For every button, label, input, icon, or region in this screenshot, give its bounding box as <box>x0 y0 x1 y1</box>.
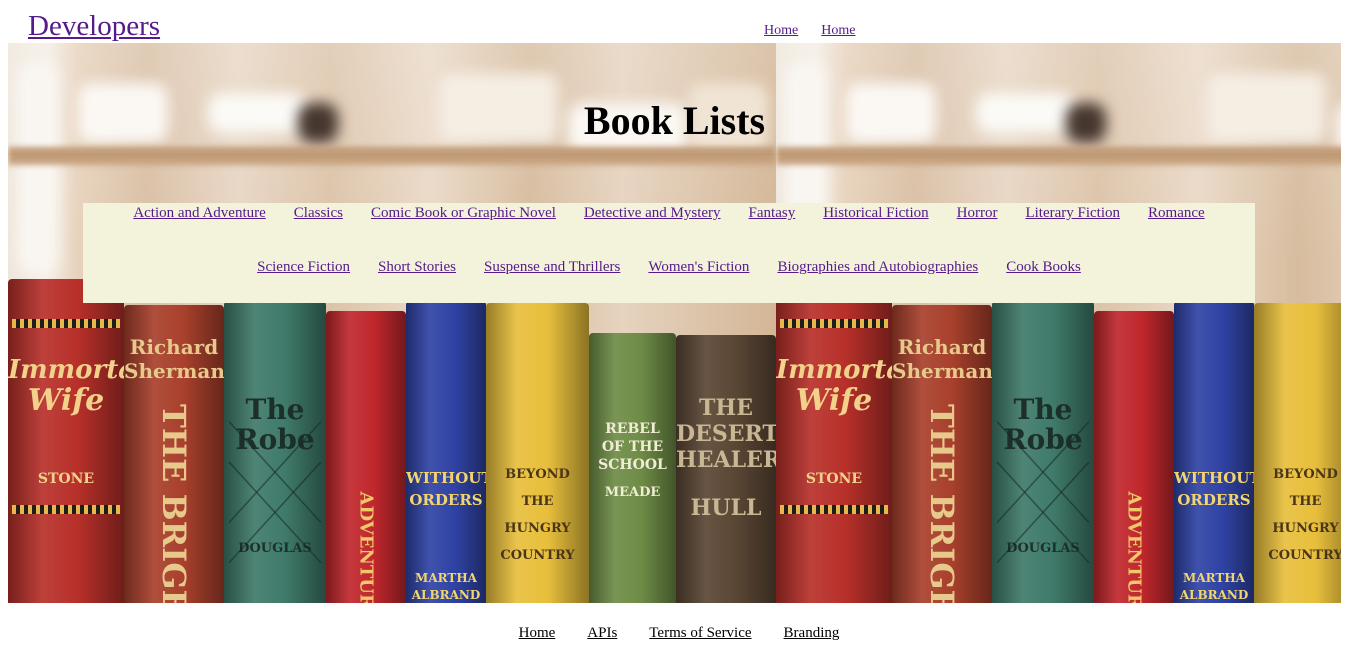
book-spine: BEYOND THE HUNGRY COUNTRY <box>1254 303 1341 603</box>
book-spine-text: THE <box>1289 494 1322 509</box>
book-spine-text: WITHOUT <box>1174 469 1254 487</box>
category-link[interactable]: Comic Book or Graphic Novel <box>371 203 556 223</box>
book-spine-text: ALBRAND <box>1179 588 1249 602</box>
book-spine-text: DESERT <box>676 421 776 447</box>
book-spine: BEYOND THE HUNGRY COUNTRY <box>486 303 589 603</box>
brand-link[interactable]: Developers <box>28 8 160 44</box>
category-panel: Action and Adventure Classics Comic Book… <box>83 203 1255 303</box>
category-link[interactable]: Romance <box>1148 203 1205 223</box>
book-spine-text: COUNTRY <box>500 548 575 563</box>
book-spine-text: THE BRIGH <box>923 404 961 603</box>
book-spine-text: BEYOND <box>1273 467 1338 482</box>
book-spine: WITHOUT ORDERS MARTHA ALBRAND <box>406 301 486 603</box>
book-spine: WITHOUT ORDERS MARTHA ALBRAND <box>1174 301 1254 603</box>
book-spine-text: HUNGRY <box>1272 521 1339 536</box>
book-spine-text: THE BRIGH <box>155 404 193 603</box>
book-spine-text: Immortal <box>776 355 892 385</box>
book-spine: ImmortalWife STONE <box>8 279 124 603</box>
book-spine: ADVENTURE <box>1094 311 1174 603</box>
book-spine: ImmortalWife STONE <box>776 279 892 603</box>
book-pattern <box>228 421 322 564</box>
book-band <box>12 505 120 514</box>
book-spine-text: ALBRAND <box>411 588 481 602</box>
footer-apis-link[interactable]: APIs <box>587 623 617 643</box>
page-title: Book Lists <box>583 98 766 143</box>
category-link[interactable]: Short Stories <box>378 257 456 277</box>
book-spine-text: Wife <box>27 383 105 418</box>
book-spine: Richard Sherman THE BRIGH <box>892 305 992 603</box>
footer-home-link[interactable]: Home <box>519 623 556 643</box>
nav-home-link-1[interactable]: Home <box>764 22 798 40</box>
hero-banner: ImmortalWifeSTONERichardShermanTHE BRIGH… <box>8 43 1341 603</box>
book-spine: ADVENTURE <box>326 311 406 603</box>
book-spine-text: THE <box>521 494 554 509</box>
book-spine-text: HULL <box>690 495 762 521</box>
book-spine-text: ADVENTURE <box>1123 491 1145 604</box>
category-link[interactable]: Historical Fiction <box>823 203 928 223</box>
book-spine-text: Richard <box>129 335 219 359</box>
book-spine-text: MARTHA <box>1183 571 1245 585</box>
book-spine-text: ORDERS <box>1177 491 1251 509</box>
book-band <box>12 319 120 328</box>
book-spine-text: THE <box>699 395 753 421</box>
book-spine-text: Wife <box>795 383 873 418</box>
book-spine-text: OF THE <box>601 439 664 455</box>
category-link[interactable]: Literary Fiction <box>1025 203 1120 223</box>
book-spine: The Robe DOUGLAS <box>992 301 1094 603</box>
footer-nav: Home APIs Terms of Service Branding <box>0 623 1358 643</box>
book-spine-text: ORDERS <box>409 491 483 509</box>
book-spine: THE DESERT HEALER HULL <box>676 335 776 603</box>
category-link[interactable]: Cook Books <box>1006 257 1081 277</box>
book-spine-text: MARTHA <box>415 571 477 585</box>
category-row: Action and Adventure Classics Comic Book… <box>83 203 1255 223</box>
book-spine: Richard Sherman THE BRIGH <box>124 305 224 603</box>
category-row: Science Fiction Short Stories Suspense a… <box>83 257 1255 277</box>
nav-home-link-2[interactable]: Home <box>821 22 855 40</box>
book-pattern <box>996 421 1090 564</box>
category-link[interactable]: Action and Adventure <box>133 203 265 223</box>
category-link[interactable]: Detective and Mystery <box>584 203 721 223</box>
category-link[interactable]: Fantasy <box>749 203 796 223</box>
footer-terms-link[interactable]: Terms of Service <box>649 623 751 643</box>
category-link[interactable]: Women's Fiction <box>648 257 749 277</box>
book-spine-text: COUNTRY <box>1268 548 1341 563</box>
book-band <box>780 319 888 328</box>
category-link[interactable]: Suspense and Thrillers <box>484 257 620 277</box>
book-spine-text: WITHOUT <box>406 469 486 487</box>
book-spine-text: HUNGRY <box>504 521 571 536</box>
book-spine-text: ADVENTURE <box>355 491 377 604</box>
category-link[interactable]: Horror <box>957 203 998 223</box>
book-band <box>780 505 888 514</box>
book-spine: The Robe DOUGLAS <box>224 301 326 603</box>
footer-branding-link[interactable]: Branding <box>784 623 840 643</box>
book-spine-text: STONE <box>805 471 863 487</box>
category-link[interactable]: Classics <box>294 203 343 223</box>
book-spine-text: Sherman <box>124 359 224 383</box>
book-spine-text: REBEL <box>605 421 660 437</box>
book-spine-text: Immortal <box>8 355 124 385</box>
book-spine-text: MEADE <box>604 485 661 500</box>
book-spine-text: SCHOOL <box>598 457 667 473</box>
category-link[interactable]: Science Fiction <box>257 257 350 277</box>
book-spine-text: STONE <box>37 471 95 487</box>
book-spine-text: BEYOND <box>505 467 570 482</box>
category-link[interactable]: Biographies and Autobiographies <box>777 257 978 277</box>
book-spine-text: Richard <box>897 335 987 359</box>
book-spine: REBEL OF THE SCHOOL MEADE <box>589 333 676 603</box>
book-spine-text: Sherman <box>892 359 992 383</box>
top-nav: Home Home <box>764 22 855 40</box>
book-spine-text: HEALER <box>676 447 776 473</box>
